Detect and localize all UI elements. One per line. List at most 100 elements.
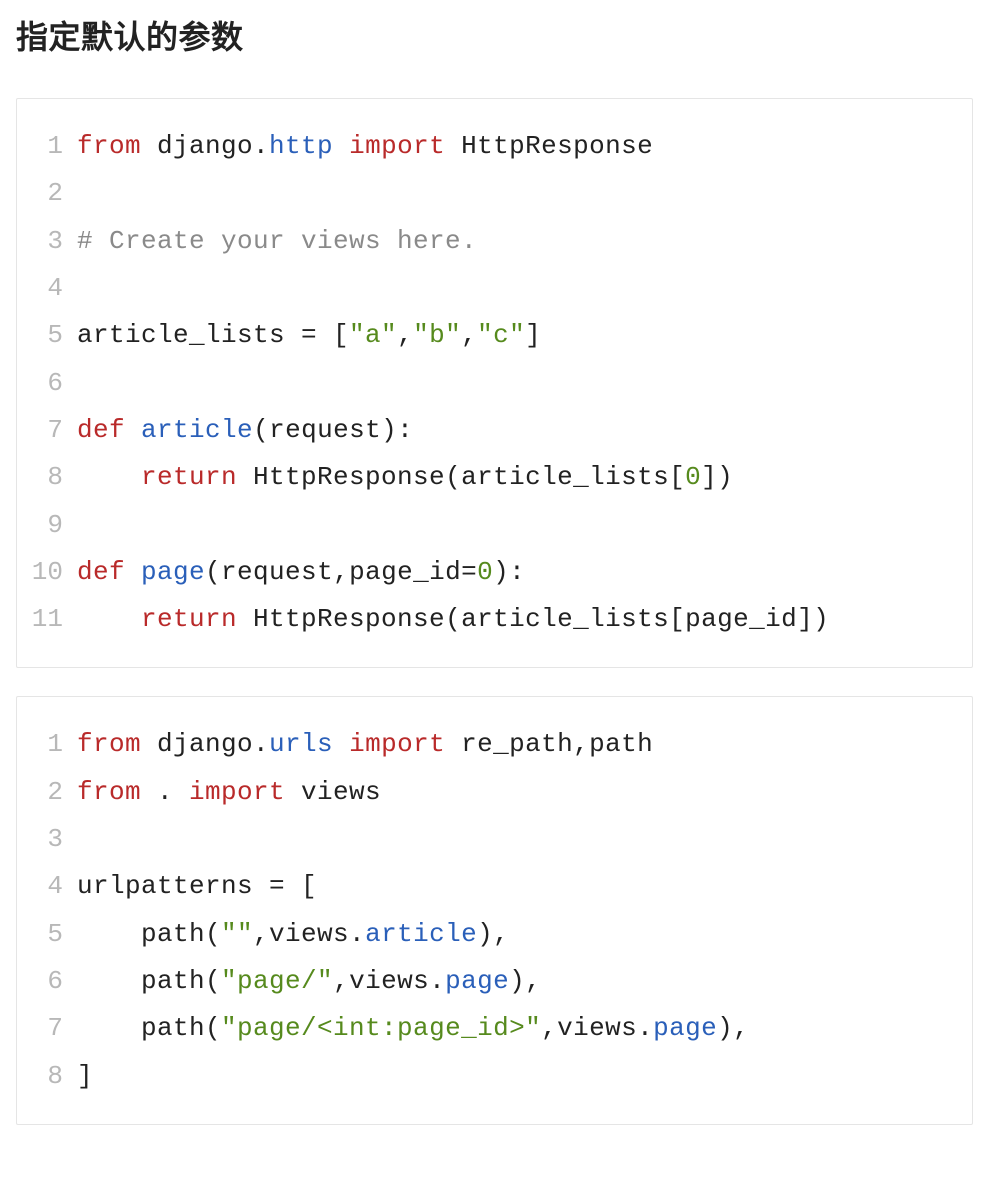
line-number: 11 — [17, 596, 77, 643]
code-token: def — [77, 415, 125, 445]
code-content: def article(request): — [77, 407, 972, 454]
code-token: ] — [77, 1061, 93, 1091]
code-content: urlpatterns = [ — [77, 863, 972, 910]
code-block-views: 1from django.http import HttpResponse2 3… — [16, 98, 973, 668]
code-line: 3# Create your views here. — [17, 218, 972, 265]
line-number: 2 — [17, 170, 77, 217]
code-token: ]) — [701, 462, 733, 492]
code-content — [77, 360, 972, 407]
code-line: 3 — [17, 816, 972, 863]
code-content — [77, 816, 972, 863]
code-line: 8 return HttpResponse(article_lists[0]) — [17, 454, 972, 501]
code-token: . — [141, 777, 189, 807]
code-line: 7def article(request): — [17, 407, 972, 454]
code-line: 5article_lists = ["a","b","c"] — [17, 312, 972, 359]
line-number: 8 — [17, 454, 77, 501]
code-token: views — [285, 777, 381, 807]
code-content: return HttpResponse(article_lists[page_i… — [77, 596, 972, 643]
code-token — [333, 131, 349, 161]
code-token: ), — [477, 919, 509, 949]
code-token: path( — [77, 966, 221, 996]
code-token: page — [141, 557, 205, 587]
code-token: re_path,path — [445, 729, 653, 759]
code-content: def page(request,page_id=0): — [77, 549, 972, 596]
code-line: 6 path("page/",views.page), — [17, 958, 972, 1005]
code-token: http — [269, 131, 333, 161]
code-block-urls: 1from django.urls import re_path,path2fr… — [16, 696, 973, 1125]
code-content: ] — [77, 1053, 972, 1100]
code-line: 8] — [17, 1053, 972, 1100]
line-number: 5 — [17, 911, 77, 958]
code-token: , — [397, 320, 413, 350]
code-token — [77, 462, 141, 492]
code-content: from django.urls import re_path,path — [77, 721, 972, 768]
code-content: path("page/",views.page), — [77, 958, 972, 1005]
code-content: path("page/<int:page_id>",views.page), — [77, 1005, 972, 1052]
code-token: page — [445, 966, 509, 996]
code-token: ), — [509, 966, 541, 996]
line-number: 9 — [17, 502, 77, 549]
code-line: 1from django.urls import re_path,path — [17, 721, 972, 768]
code-content — [77, 265, 972, 312]
code-line: 10def page(request,page_id=0): — [17, 549, 972, 596]
code-token: "page/" — [221, 966, 333, 996]
code-token: ,views. — [253, 919, 365, 949]
code-line: 11 return HttpResponse(article_lists[pag… — [17, 596, 972, 643]
code-token: article — [141, 415, 253, 445]
code-content: from . import views — [77, 769, 972, 816]
code-token: ,views. — [333, 966, 445, 996]
code-token: ), — [717, 1013, 749, 1043]
code-token: import — [349, 131, 445, 161]
line-number: 5 — [17, 312, 77, 359]
line-number: 7 — [17, 407, 77, 454]
code-token: 0 — [477, 557, 493, 587]
code-token: HttpResponse(article_lists[page_id]) — [237, 604, 829, 634]
line-number: 3 — [17, 218, 77, 265]
code-line: 1from django.http import HttpResponse — [17, 123, 972, 170]
code-token: ): — [493, 557, 525, 587]
code-token: urls — [269, 729, 333, 759]
code-token: def — [77, 557, 125, 587]
code-token: , — [461, 320, 477, 350]
code-token: from — [77, 131, 141, 161]
code-token: from — [77, 777, 141, 807]
code-content: from django.http import HttpResponse — [77, 123, 972, 170]
line-number: 8 — [17, 1053, 77, 1100]
code-token: urlpatterns = [ — [77, 871, 317, 901]
code-token: django. — [141, 131, 269, 161]
code-token: "c" — [477, 320, 525, 350]
code-token: path( — [77, 1013, 221, 1043]
code-line: 2 — [17, 170, 972, 217]
code-token: "a" — [349, 320, 397, 350]
code-token: (request): — [253, 415, 413, 445]
code-token: 0 — [685, 462, 701, 492]
code-token: page — [653, 1013, 717, 1043]
line-number: 4 — [17, 863, 77, 910]
code-token: ] — [525, 320, 541, 350]
line-number: 6 — [17, 958, 77, 1005]
line-number: 1 — [17, 123, 77, 170]
code-token: from — [77, 729, 141, 759]
code-line: 4 — [17, 265, 972, 312]
code-line: 9 — [17, 502, 972, 549]
code-token: # Create your views here. — [77, 226, 477, 256]
code-token: return — [141, 462, 237, 492]
code-token: import — [349, 729, 445, 759]
code-content: article_lists = ["a","b","c"] — [77, 312, 972, 359]
code-content: # Create your views here. — [77, 218, 972, 265]
section-heading: 指定默认的参数 — [16, 12, 973, 58]
code-token — [333, 729, 349, 759]
line-number: 7 — [17, 1005, 77, 1052]
code-line: 6 — [17, 360, 972, 407]
line-number: 1 — [17, 721, 77, 768]
code-line: 5 path("",views.article), — [17, 911, 972, 958]
code-content: path("",views.article), — [77, 911, 972, 958]
code-token: ,views. — [541, 1013, 653, 1043]
code-token — [77, 604, 141, 634]
code-content: return HttpResponse(article_lists[0]) — [77, 454, 972, 501]
code-token: django. — [141, 729, 269, 759]
code-token: "" — [221, 919, 253, 949]
code-token: HttpResponse — [445, 131, 653, 161]
code-line: 4urlpatterns = [ — [17, 863, 972, 910]
code-token: article_lists = [ — [77, 320, 349, 350]
